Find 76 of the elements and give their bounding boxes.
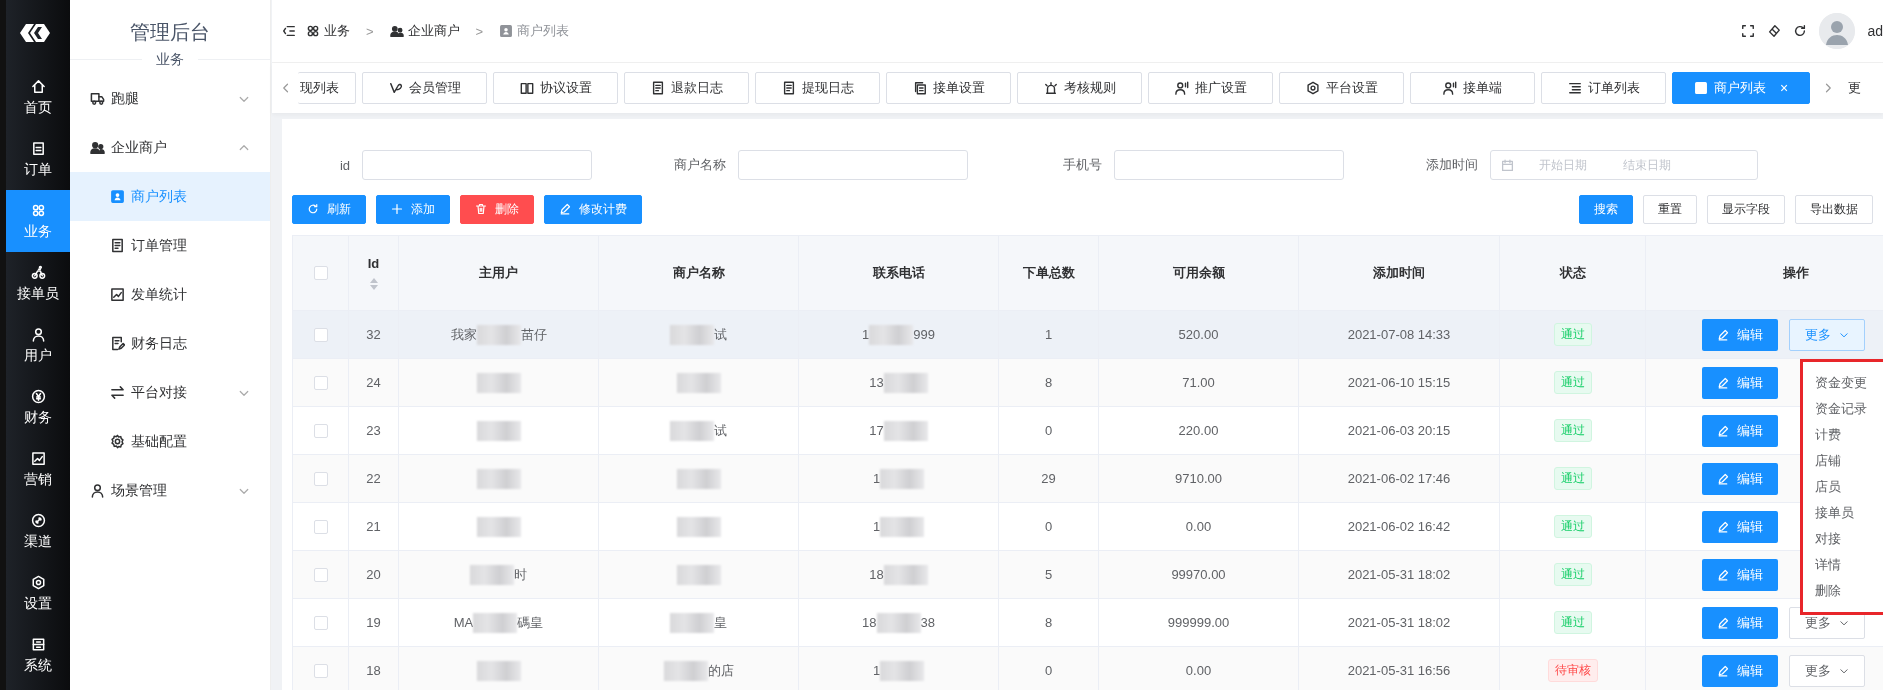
sidebar-title: 管理后台	[129, 20, 211, 44]
table-cell: 520.00	[1099, 311, 1299, 358]
table-cell: 2021-05-31 18:02	[1299, 551, 1500, 598]
cell-text: 13	[869, 375, 884, 390]
status-tag: 通过	[1553, 323, 1592, 346]
table-cell: 71.00	[1099, 359, 1299, 406]
table-cell: 9710.00	[1099, 455, 1299, 502]
cell-text: 1	[872, 663, 881, 678]
breadcrumb-item: 商户列表	[517, 22, 570, 40]
cell-text: 1	[862, 327, 870, 342]
table-cell: 22	[349, 455, 399, 502]
table-cell: 2021-07-08 14:33	[1299, 311, 1500, 358]
table-cell: 23	[349, 407, 399, 454]
cell-text: 苗仔	[520, 325, 547, 344]
column-header: 添加时间	[1373, 264, 1425, 282]
cell-text: MA	[453, 615, 474, 630]
column-header: 商户名称	[672, 264, 725, 282]
cell-text: 17	[869, 423, 884, 438]
table-cell: 0	[999, 647, 1099, 690]
cell-text: 皇	[714, 613, 727, 632]
table-cell: 220.00	[1099, 407, 1299, 454]
breadcrumb-separator: >	[366, 23, 374, 39]
table-cell: 32	[349, 311, 399, 358]
cell-text: 18	[869, 567, 884, 582]
table-cell: 2021-06-10 15:15	[1299, 359, 1500, 406]
cell-text: 试	[714, 421, 727, 440]
cell-text: 1	[872, 471, 881, 486]
table-cell: 1	[999, 311, 1099, 358]
cell-text: 的店	[707, 661, 734, 680]
table-cell: 0.00	[1099, 503, 1299, 550]
status-tag: 通过	[1553, 515, 1592, 538]
column-header: 状态	[1559, 264, 1586, 282]
status-tag: 待审核	[1547, 659, 1598, 682]
column-header: 可用余额	[1172, 264, 1225, 282]
table-cell: 20	[349, 551, 399, 598]
table-cell: 5	[999, 551, 1099, 598]
table-cell: 8	[999, 359, 1099, 406]
status-tag: 通过	[1553, 467, 1592, 490]
cell-text: 18	[862, 615, 877, 630]
table-cell: 18	[349, 647, 399, 690]
filter-label: 手机号	[1062, 156, 1102, 174]
table-cell: 999999.00	[1099, 599, 1299, 646]
status-tag: 通过	[1553, 611, 1592, 634]
status-tag: 通过	[1553, 371, 1592, 394]
table-cell: 2021-06-02 17:46	[1299, 455, 1500, 502]
filter-label: 商户名称	[673, 156, 726, 174]
table-cell: 19	[349, 599, 399, 646]
table-cell: 2021-06-02 16:42	[1299, 503, 1500, 550]
sidebar-subtitle: 业务	[155, 50, 185, 68]
table-cell: 0	[999, 503, 1099, 550]
table-cell: 2021-05-31 16:56	[1299, 647, 1500, 690]
status-tag: 通过	[1553, 563, 1592, 586]
cell-text: 碼皇	[517, 613, 544, 632]
cell-text: 时	[514, 565, 527, 584]
status-tag: 通过	[1553, 419, 1592, 442]
table-cell: 29	[999, 455, 1099, 502]
column-header: 下单总数	[1022, 264, 1075, 282]
table-cell: 99970.00	[1099, 551, 1299, 598]
column-header: 主用户	[479, 264, 518, 282]
table-cell: 8	[999, 599, 1099, 646]
cell-text: 试	[714, 325, 727, 344]
table-cell: 21	[349, 503, 399, 550]
filter-label: id	[338, 157, 350, 173]
table-cell: 0	[999, 407, 1099, 454]
cell-text: 38	[920, 615, 935, 630]
cell-text: 1	[872, 519, 881, 534]
cell-text: 我家	[450, 325, 477, 344]
table-cell: 2021-06-03 20:15	[1299, 407, 1500, 454]
table-cell: 0.00	[1099, 647, 1299, 690]
filter-label: 添加时间	[1425, 156, 1478, 174]
column-header: 联系电话	[872, 264, 925, 282]
breadcrumb-separator: >	[475, 23, 484, 39]
table-cell: 2021-05-31 18:02	[1299, 599, 1500, 646]
cell-text: 999	[913, 327, 935, 342]
table-cell: 24	[349, 359, 399, 406]
column-header: 操作	[1782, 264, 1809, 282]
